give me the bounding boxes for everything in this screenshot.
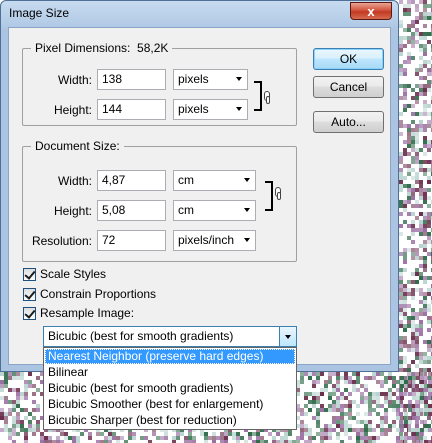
close-button[interactable]: x [350,2,392,20]
pixel-constrain-bracket [254,81,262,111]
chevron-down-icon [236,77,242,81]
cancel-button[interactable]: Cancel [313,76,384,98]
resample-option-bicubic-sharper[interactable]: Bicubic Sharper (best for reduction) [45,413,295,428]
doc-height-unit-select[interactable]: cm [173,200,256,221]
pixel-width-label: Width: [57,73,92,87]
title-bar[interactable]: Image Size x [1,1,398,25]
resample-image-label: Resample Image: [40,306,135,320]
chevron-down-icon [236,107,242,111]
doc-width-label: Width: [57,174,92,188]
close-icon: x [367,4,375,19]
constrain-proportions-label: Constrain Proportions [40,287,157,301]
resolution-unit-select[interactable]: pixels/inch [173,230,256,251]
resample-method-value: Bicubic (best for smooth gradients) [48,329,234,343]
resample-image-checkbox[interactable] [23,307,36,320]
pixel-width-unit-select[interactable]: pixels [173,69,248,90]
chevron-down-icon [244,208,250,212]
pixel-height-label: Height: [53,103,92,117]
dropdown-arrow-button[interactable] [279,327,296,346]
scale-styles-checkbox[interactable] [23,268,36,281]
window-title: Image Size [9,6,70,20]
image-size-dialog: Image Size x Pixel Dimensions: 58,2K Wid… [0,0,399,372]
document-size-legend: Document Size: [31,139,124,153]
doc-width-input[interactable]: 4,87 [97,170,166,191]
scale-styles-label: Scale Styles [40,267,107,281]
pixel-height-unit-select[interactable]: pixels [173,99,248,120]
resample-option-bilinear[interactable]: Bilinear [45,365,295,380]
link-icon [275,187,281,200]
ok-button[interactable]: OK [313,48,384,70]
auto-button[interactable]: Auto... [313,111,384,133]
resample-method-list: Nearest Neighbor (preserve hard edges) B… [43,347,297,430]
resample-option-nearest-neighbor[interactable]: Nearest Neighbor (preserve hard edges) [45,349,295,364]
doc-width-unit-select[interactable]: cm [173,170,256,191]
pixel-dimensions-size: 58,2K [137,41,169,55]
doc-height-input[interactable]: 5,08 [97,200,166,221]
resolution-label: Resolution: [31,234,92,248]
resample-method-select[interactable]: Bicubic (best for smooth gradients) [43,326,297,347]
dialog-body: Pixel Dimensions: 58,2K Width: 138 pixel… [8,27,391,365]
resample-option-bicubic[interactable]: Bicubic (best for smooth gradients) [45,381,295,396]
link-icon [264,91,270,104]
chevron-down-icon [244,238,250,242]
resolution-input[interactable]: 72 [97,230,166,251]
pixel-width-input[interactable]: 138 [97,69,166,90]
constrain-proportions-checkbox[interactable] [23,288,36,301]
pixel-height-input[interactable]: 144 [97,99,166,120]
resample-option-bicubic-smoother[interactable]: Bicubic Smoother (best for enlargement) [45,397,295,412]
pixel-dimensions-legend: Pixel Dimensions: 58,2K [31,41,173,55]
doc-constrain-bracket [265,181,273,211]
doc-height-label: Height: [53,204,92,218]
chevron-down-icon [244,178,250,182]
